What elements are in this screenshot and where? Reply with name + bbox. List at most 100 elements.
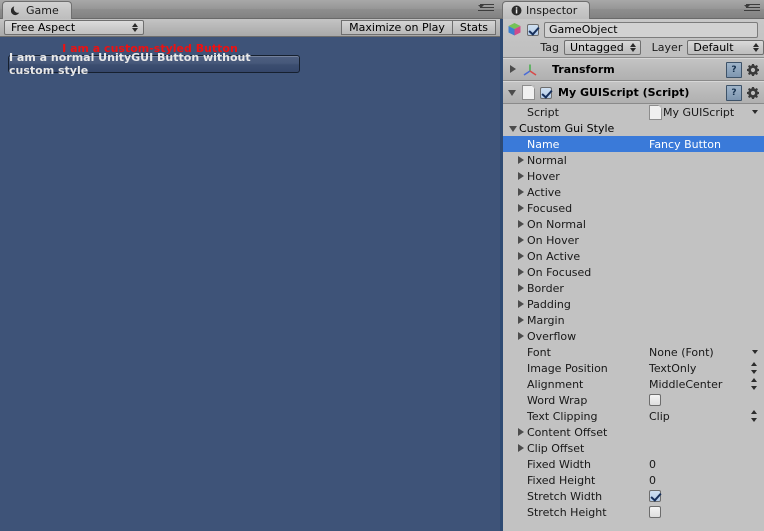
property-row[interactable]: Stretch Width <box>503 488 764 504</box>
property-row[interactable]: Stretch Height <box>503 504 764 520</box>
gameobject-name-input[interactable]: GameObject <box>544 21 758 38</box>
game-panel-menu-icon[interactable] <box>478 4 494 15</box>
property-value[interactable]: 0 <box>649 474 764 487</box>
game-view-canvas[interactable]: I am a custom-styled Button I am a norma… <box>0 37 500 531</box>
transform-component-header[interactable]: Transform ? <box>503 58 764 81</box>
maximize-on-play-label: Maximize on Play <box>349 21 445 34</box>
transform-foldout-icon[interactable] <box>507 64 518 75</box>
property-value[interactable] <box>649 490 764 502</box>
property-value[interactable] <box>649 394 764 406</box>
property-label: Stretch Width <box>527 489 603 503</box>
guiscript-component-header[interactable]: My GUIScript (Script) ? <box>503 81 764 104</box>
property-value[interactable]: Fancy Button <box>649 138 764 151</box>
guiscript-foldout-icon[interactable] <box>507 87 518 98</box>
row-indent <box>503 283 527 294</box>
help-icon[interactable]: ? <box>726 61 742 78</box>
normal-unitygui-button-label: I am a normal UnityGUI Button without cu… <box>9 51 251 77</box>
row-indent <box>503 187 527 198</box>
tag-dropdown[interactable]: Untagged <box>564 40 641 55</box>
gameobject-name-value: GameObject <box>549 23 618 36</box>
row-indent <box>503 203 527 214</box>
tab-game[interactable]: Game <box>2 1 72 19</box>
property-checkbox[interactable] <box>649 394 661 406</box>
chevron-down-icon[interactable] <box>508 123 519 134</box>
chevron-right-icon[interactable] <box>516 203 527 214</box>
property-label: On Focused <box>527 265 592 279</box>
gear-icon[interactable] <box>746 86 760 100</box>
chevron-right-icon[interactable] <box>516 299 527 310</box>
property-value[interactable]: 0 <box>649 458 764 471</box>
chevron-right-icon[interactable] <box>516 443 527 454</box>
gear-icon[interactable] <box>746 63 760 77</box>
chevron-right-icon[interactable] <box>516 315 527 326</box>
maximize-on-play-button[interactable]: Maximize on Play <box>341 20 452 35</box>
property-row[interactable]: Overflow <box>503 328 764 344</box>
property-row[interactable]: On Focused <box>503 264 764 280</box>
guiscript-enabled-checkbox[interactable] <box>540 86 552 99</box>
chevron-right-icon[interactable] <box>516 155 527 166</box>
chevron-right-icon[interactable] <box>516 251 527 262</box>
chevron-right-icon[interactable] <box>516 331 527 342</box>
updown-arrows-icon[interactable] <box>751 362 758 374</box>
property-value[interactable]: MiddleCenter <box>649 378 764 391</box>
property-row[interactable]: Font None (Font) <box>503 344 764 360</box>
property-value[interactable]: Clip <box>649 410 764 423</box>
property-row[interactable]: Fixed Width 0 <box>503 456 764 472</box>
property-value[interactable] <box>649 506 764 518</box>
property-value[interactable]: None (Font) <box>649 346 764 359</box>
property-row[interactable]: Alignment MiddleCenter <box>503 376 764 392</box>
chevron-down-icon[interactable] <box>752 110 758 114</box>
game-toolbar: Free Aspect Maximize on Play Stats <box>0 19 500 37</box>
updown-arrows-icon[interactable] <box>751 378 758 390</box>
property-row[interactable]: Normal <box>503 152 764 168</box>
property-row[interactable]: On Normal <box>503 216 764 232</box>
updown-arrows-icon[interactable] <box>751 410 758 422</box>
layer-dropdown[interactable]: Default <box>687 40 764 55</box>
stats-button[interactable]: Stats <box>451 20 496 35</box>
aspect-ratio-dropdown[interactable]: Free Aspect <box>4 20 144 35</box>
property-row[interactable]: Margin <box>503 312 764 328</box>
tab-inspector[interactable]: Inspector <box>502 1 591 19</box>
property-row[interactable]: Focused <box>503 200 764 216</box>
property-label: Overflow <box>527 329 577 343</box>
inspector-panel-menu-icon[interactable] <box>744 4 760 15</box>
chevron-right-icon[interactable] <box>516 187 527 198</box>
chevron-down-icon[interactable] <box>752 350 758 354</box>
gameobject-enabled-checkbox[interactable] <box>527 23 539 36</box>
custom-gui-style-group-row[interactable]: Custom Gui Style <box>503 120 764 136</box>
property-label: Content Offset <box>527 425 608 439</box>
property-checkbox[interactable] <box>649 506 661 518</box>
chevron-right-icon[interactable] <box>516 427 527 438</box>
normal-unitygui-button[interactable]: I am a normal UnityGUI Button without cu… <box>8 51 300 77</box>
chevron-right-icon[interactable] <box>516 267 527 278</box>
property-row[interactable]: On Active <box>503 248 764 264</box>
property-label: Hover <box>527 169 560 183</box>
property-row[interactable]: On Hover <box>503 232 764 248</box>
row-indent <box>503 171 527 182</box>
chevron-right-icon[interactable] <box>516 171 527 182</box>
property-row[interactable]: Hover <box>503 168 764 184</box>
chevron-right-icon[interactable] <box>516 235 527 246</box>
help-icon[interactable]: ? <box>726 84 742 101</box>
property-row[interactable]: Name Fancy Button <box>503 136 764 152</box>
property-row[interactable]: Image Position TextOnly <box>503 360 764 376</box>
property-label: On Active <box>527 249 581 263</box>
script-row-value-field[interactable]: My GUIScript <box>649 104 764 120</box>
property-row[interactable]: Border <box>503 280 764 296</box>
property-checkbox[interactable] <box>649 490 661 502</box>
property-row[interactable]: Padding <box>503 296 764 312</box>
chevron-right-icon[interactable] <box>516 219 527 230</box>
property-row[interactable]: Fixed Height 0 <box>503 472 764 488</box>
property-row[interactable]: Text Clipping Clip <box>503 408 764 424</box>
chevron-right-icon[interactable] <box>516 283 527 294</box>
property-value[interactable]: TextOnly <box>649 362 764 375</box>
property-value-text: TextOnly <box>649 361 697 375</box>
property-row[interactable]: Word Wrap <box>503 392 764 408</box>
property-row[interactable]: Content Offset <box>503 424 764 440</box>
property-label: Alignment <box>527 377 584 391</box>
property-row[interactable]: Clip Offset <box>503 440 764 456</box>
script-file-icon <box>522 85 535 100</box>
script-reference-row[interactable]: Script My GUIScript <box>503 104 764 120</box>
property-row[interactable]: Active <box>503 184 764 200</box>
script-row-value: My GUIScript <box>663 105 735 119</box>
